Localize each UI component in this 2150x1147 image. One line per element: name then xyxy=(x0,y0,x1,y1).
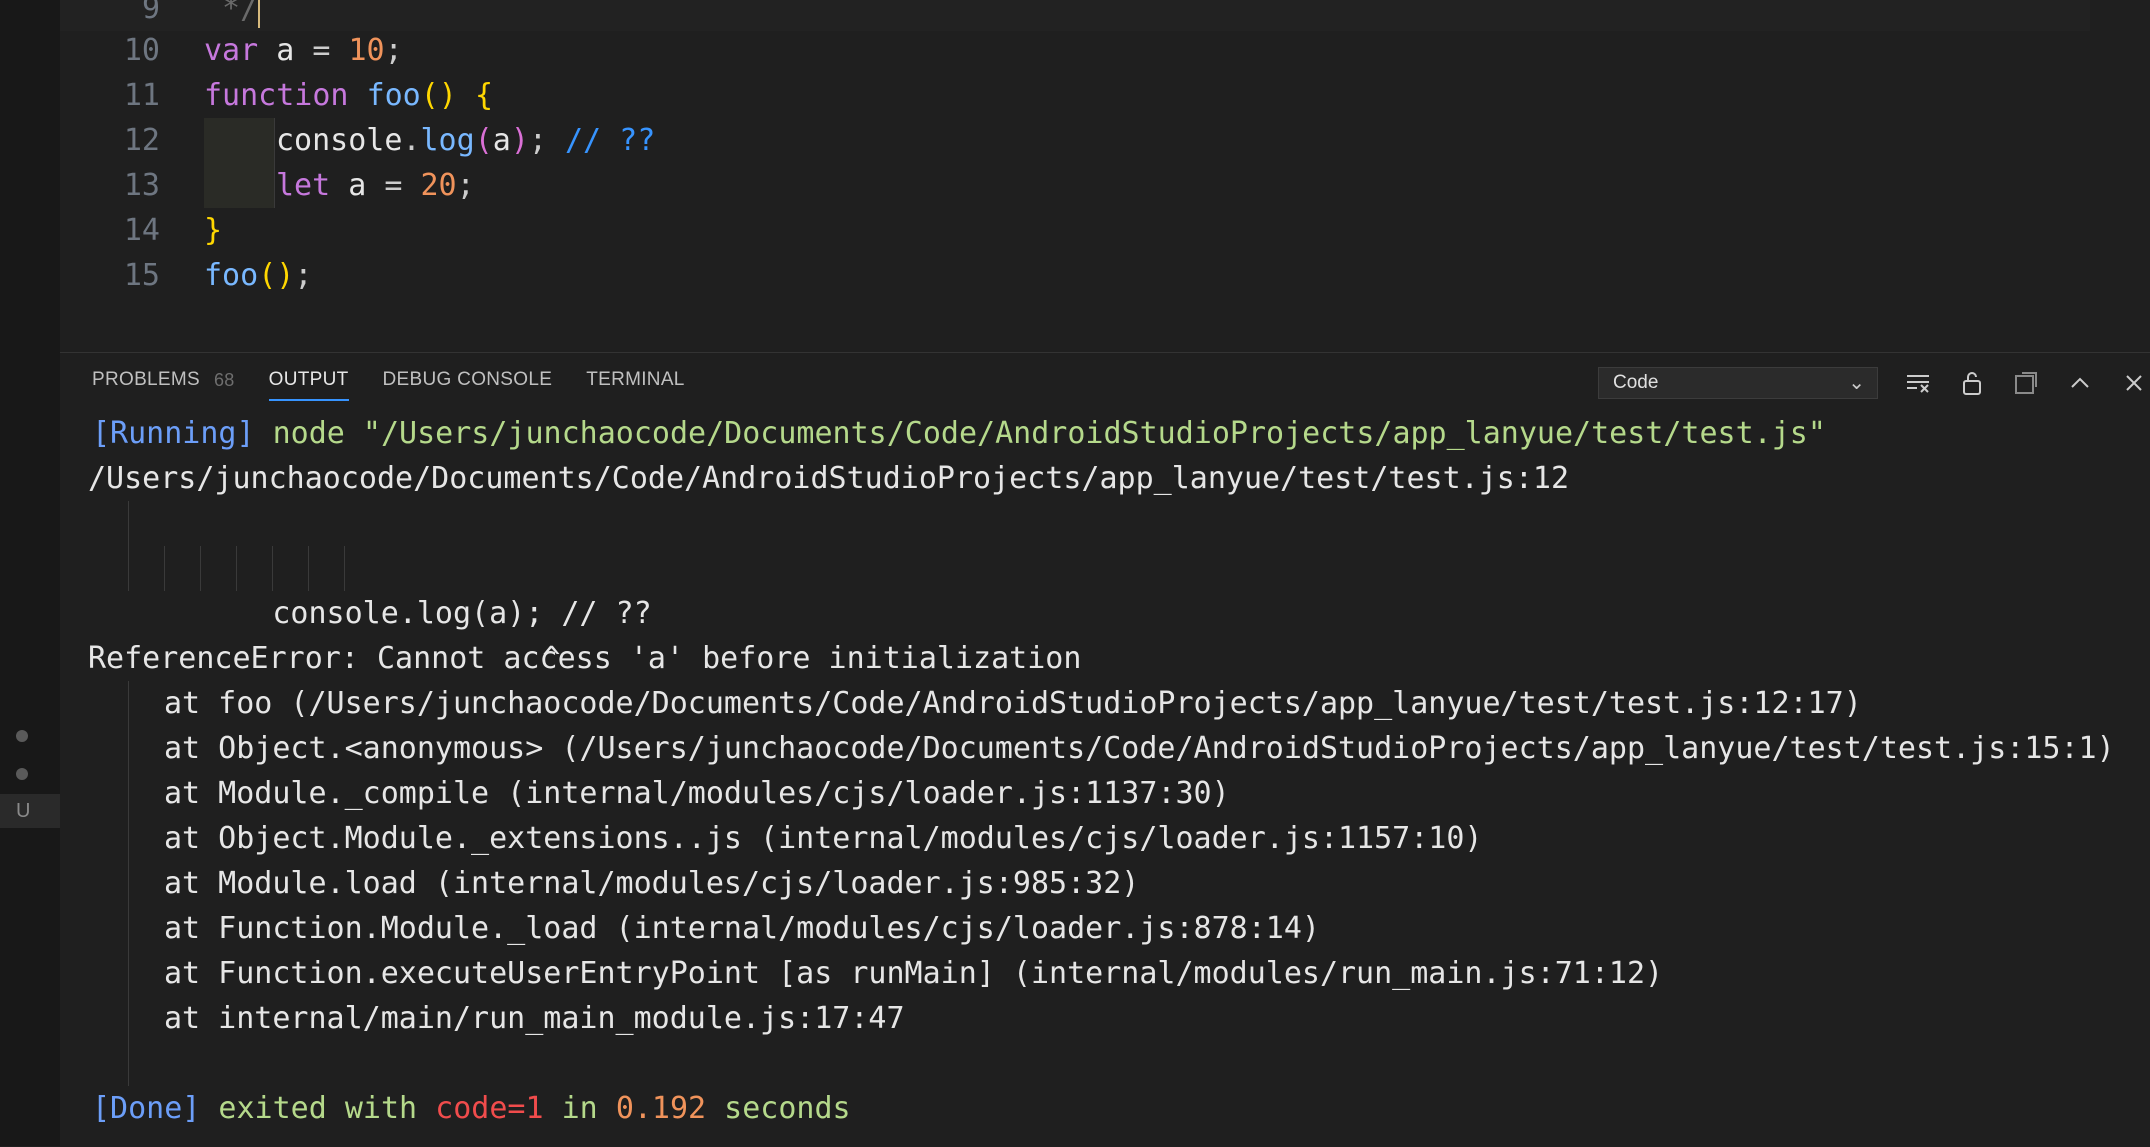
status-dot-icon xyxy=(16,768,28,780)
code-text: } xyxy=(204,213,223,248)
code-line[interactable]: 9 */ xyxy=(60,0,2090,31)
line-number: 9 xyxy=(141,0,160,26)
stack-frame: at Function.Module._load (internal/modul… xyxy=(92,906,2150,951)
maximize-panel-icon[interactable] xyxy=(2064,367,2096,399)
code-line[interactable]: 15 foo(); xyxy=(60,253,2090,298)
line-number: 14 xyxy=(123,213,160,248)
bottom-panel: PROBLEMS 68 OUTPUT DEBUG CONSOLE TERMINAL… xyxy=(60,352,2150,1147)
chevron-down-icon: ⌄ xyxy=(1848,372,1865,394)
output-log[interactable]: [Running] node "/Users/junchaocode/Docum… xyxy=(88,411,2150,1131)
stack-frame: at Object.<anonymous> (/Users/junchaocod… xyxy=(92,726,2150,771)
line-number: 10 xyxy=(123,33,160,68)
output-line xyxy=(92,1041,2150,1086)
line-number: 11 xyxy=(123,78,160,113)
tab-output[interactable]: OUTPUT xyxy=(268,353,349,407)
code-line[interactable]: 12 console.log(a); // ?? xyxy=(60,118,2090,163)
line-number: 15 xyxy=(123,258,160,293)
panel-tabs: PROBLEMS 68 OUTPUT DEBUG CONSOLE TERMINAL xyxy=(92,353,719,407)
code-line[interactable]: 14 } xyxy=(60,208,2090,253)
stack-frame: at Module.load (internal/modules/cjs/loa… xyxy=(92,861,2150,906)
status-dot-icon xyxy=(16,730,28,742)
tab-terminal[interactable]: TERMINAL xyxy=(586,353,684,407)
output-channel-select[interactable]: Code ⌄ xyxy=(1598,367,1878,399)
error-message: ReferenceError: Cannot access 'a' before… xyxy=(88,641,1082,676)
problems-count: 68 xyxy=(214,369,235,390)
indent-guide xyxy=(204,163,275,208)
code-editor[interactable]: 9 */ 10 var a = 10; 11 function foo() { … xyxy=(60,0,2150,352)
code-text: function foo() { xyxy=(204,78,493,113)
line-number: 13 xyxy=(123,168,160,203)
code-text: let a = 20; xyxy=(276,168,475,203)
lock-icon[interactable] xyxy=(1956,367,1988,399)
code-line[interactable]: 13 let a = 20; xyxy=(60,163,2090,208)
line-number: 12 xyxy=(123,123,160,158)
code-text: foo(); xyxy=(204,258,313,293)
stack-frame: at Function.executeUserEntryPoint [as ru… xyxy=(92,951,2150,996)
open-editor-icon[interactable] xyxy=(2010,367,2042,399)
output-line: /Users/junchaocode/Documents/Code/Androi… xyxy=(88,461,1570,496)
output-line: ^ xyxy=(92,546,2150,676)
tab-debug-console[interactable]: DEBUG CONSOLE xyxy=(383,353,553,407)
code-text: console.log(a); // ?? xyxy=(276,123,656,158)
close-panel-icon[interactable] xyxy=(2118,367,2150,399)
code-text: */ xyxy=(204,0,261,31)
stack-frame: at internal/main/run_main_module.js:17:4… xyxy=(92,996,2150,1041)
code-line[interactable]: 11 function foo() { xyxy=(60,73,2090,118)
clear-output-icon[interactable] xyxy=(1902,367,1934,399)
stack-frame: at foo (/Users/junchaocode/Documents/Cod… xyxy=(92,681,2150,726)
output-line: console.log(a); // ?? xyxy=(92,501,2150,631)
done-line: [Done] exited with code=1 in 0.192 secon… xyxy=(92,1091,851,1126)
tab-problems[interactable]: PROBLEMS 68 xyxy=(92,353,235,407)
text-cursor xyxy=(258,0,261,28)
indent-guide xyxy=(204,118,275,163)
stack-frame: at Module._compile (internal/modules/cjs… xyxy=(92,771,2150,816)
code-text: var a = 10; xyxy=(204,33,403,68)
output-line: [Running] node "/Users/junchaocode/Docum… xyxy=(92,416,1826,451)
activity-bar: U xyxy=(0,0,61,1146)
stack-frame: at Object.Module._extensions..js (intern… xyxy=(92,816,2150,861)
untracked-badge[interactable]: U xyxy=(0,794,60,828)
code-line[interactable]: 10 var a = 10; xyxy=(60,28,2090,73)
